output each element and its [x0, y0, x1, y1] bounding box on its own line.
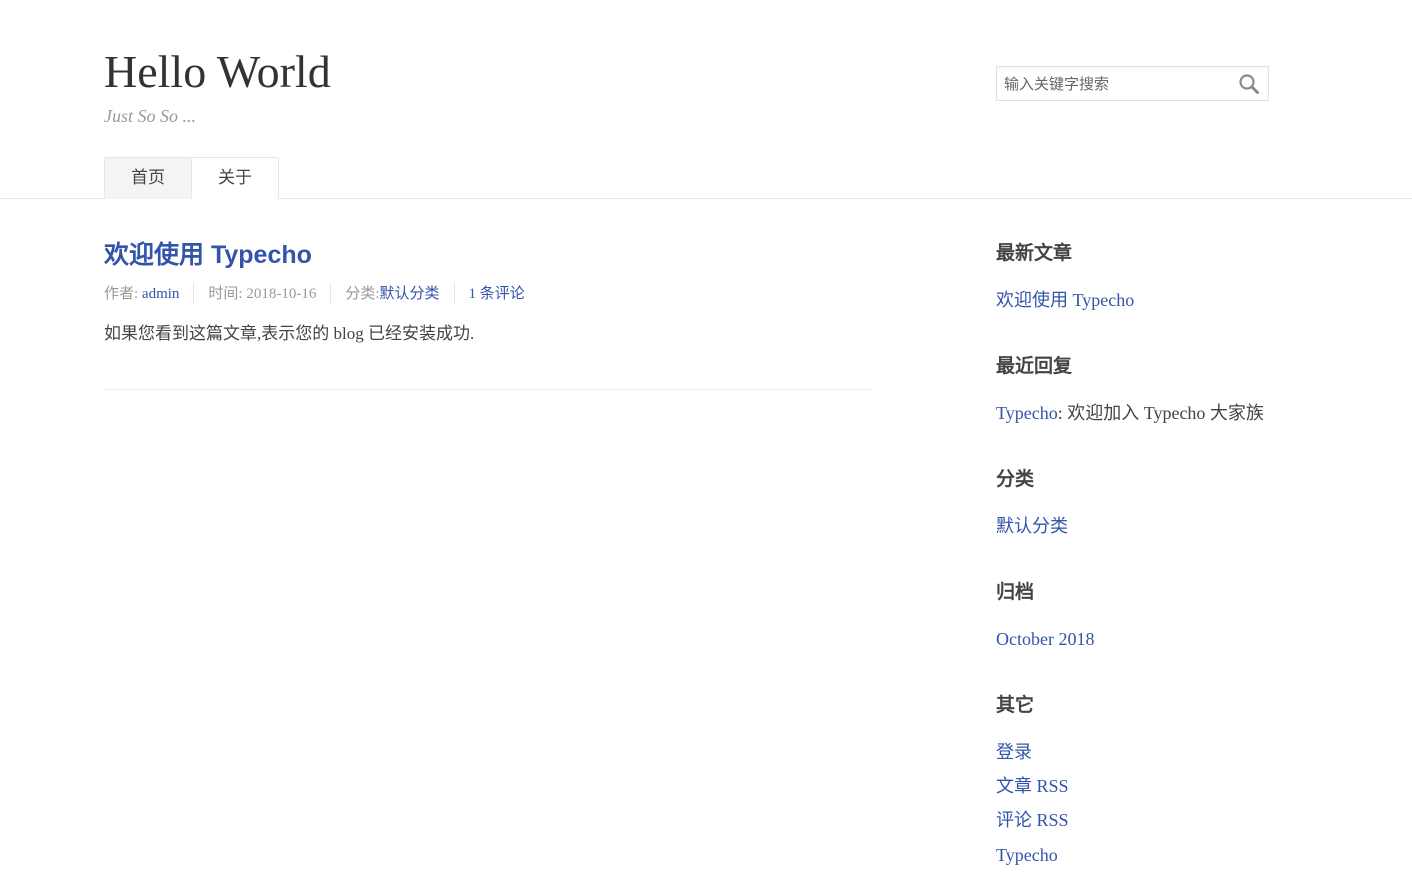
category-list-link[interactable]: 默认分类: [996, 513, 1068, 539]
main-nav: 首页 关于: [104, 157, 279, 199]
recent-comment-item: Typecho: 欢迎加入 Typecho 大家族: [996, 400, 1264, 426]
meta-author: 作者: admin: [104, 283, 193, 305]
post-divider: [104, 389, 872, 390]
widget-title-recent-comments: 最近回复: [996, 355, 1073, 377]
meta-category-label: 分类:: [345, 286, 380, 302]
nav-item-home[interactable]: 首页: [104, 157, 191, 199]
meta-author-label: 作者:: [104, 286, 139, 302]
comments-link[interactable]: 1 条评论: [469, 286, 525, 302]
search-button[interactable]: [1231, 68, 1267, 99]
typecho-link[interactable]: Typecho: [996, 842, 1058, 868]
site-title[interactable]: Hello World: [104, 44, 331, 100]
widget-title-archives: 归档: [996, 581, 1035, 603]
search-form: [996, 66, 1269, 101]
meta-time-label: 时间:: [208, 286, 243, 302]
recent-comment-text: : 欢迎加入 Typecho 大家族: [1057, 403, 1264, 423]
recent-comment-author-link[interactable]: Typecho: [996, 403, 1058, 423]
widget-title-categories: 分类: [996, 468, 1035, 490]
posts-rss-link[interactable]: 文章 RSS: [996, 773, 1069, 799]
site-header: Hello World Just So So ... 首页 关于: [0, 0, 1412, 199]
recent-post-link[interactable]: 欢迎使用 Typecho: [996, 287, 1134, 313]
login-link[interactable]: 登录: [996, 739, 1032, 765]
search-icon: [1239, 74, 1259, 94]
meta-time: 时间: 2018-10-16: [193, 283, 330, 305]
site-description: Just So So ...: [104, 106, 196, 126]
post-content: 如果您看到这篇文章,表示您的 blog 已经安装成功.: [104, 324, 475, 343]
author-link[interactable]: admin: [142, 286, 180, 302]
meta-category: 分类:默认分类: [330, 283, 453, 305]
widget-title-other: 其它: [996, 694, 1035, 716]
search-input[interactable]: [998, 68, 1228, 99]
nav-item-about[interactable]: 关于: [191, 157, 279, 199]
category-link[interactable]: 默认分类: [380, 286, 440, 302]
meta-time-value: 2018-10-16: [246, 286, 317, 302]
post-title[interactable]: 欢迎使用 Typecho: [104, 238, 312, 272]
meta-comments: 1 条评论: [453, 283, 539, 305]
comments-rss-link[interactable]: 评论 RSS: [996, 807, 1069, 833]
widget-title-recent-posts: 最新文章: [996, 242, 1073, 264]
post-meta: 作者: admin 时间: 2018-10-16 分类:默认分类 1 条评论: [104, 283, 539, 305]
archive-link[interactable]: October 2018: [996, 626, 1094, 652]
